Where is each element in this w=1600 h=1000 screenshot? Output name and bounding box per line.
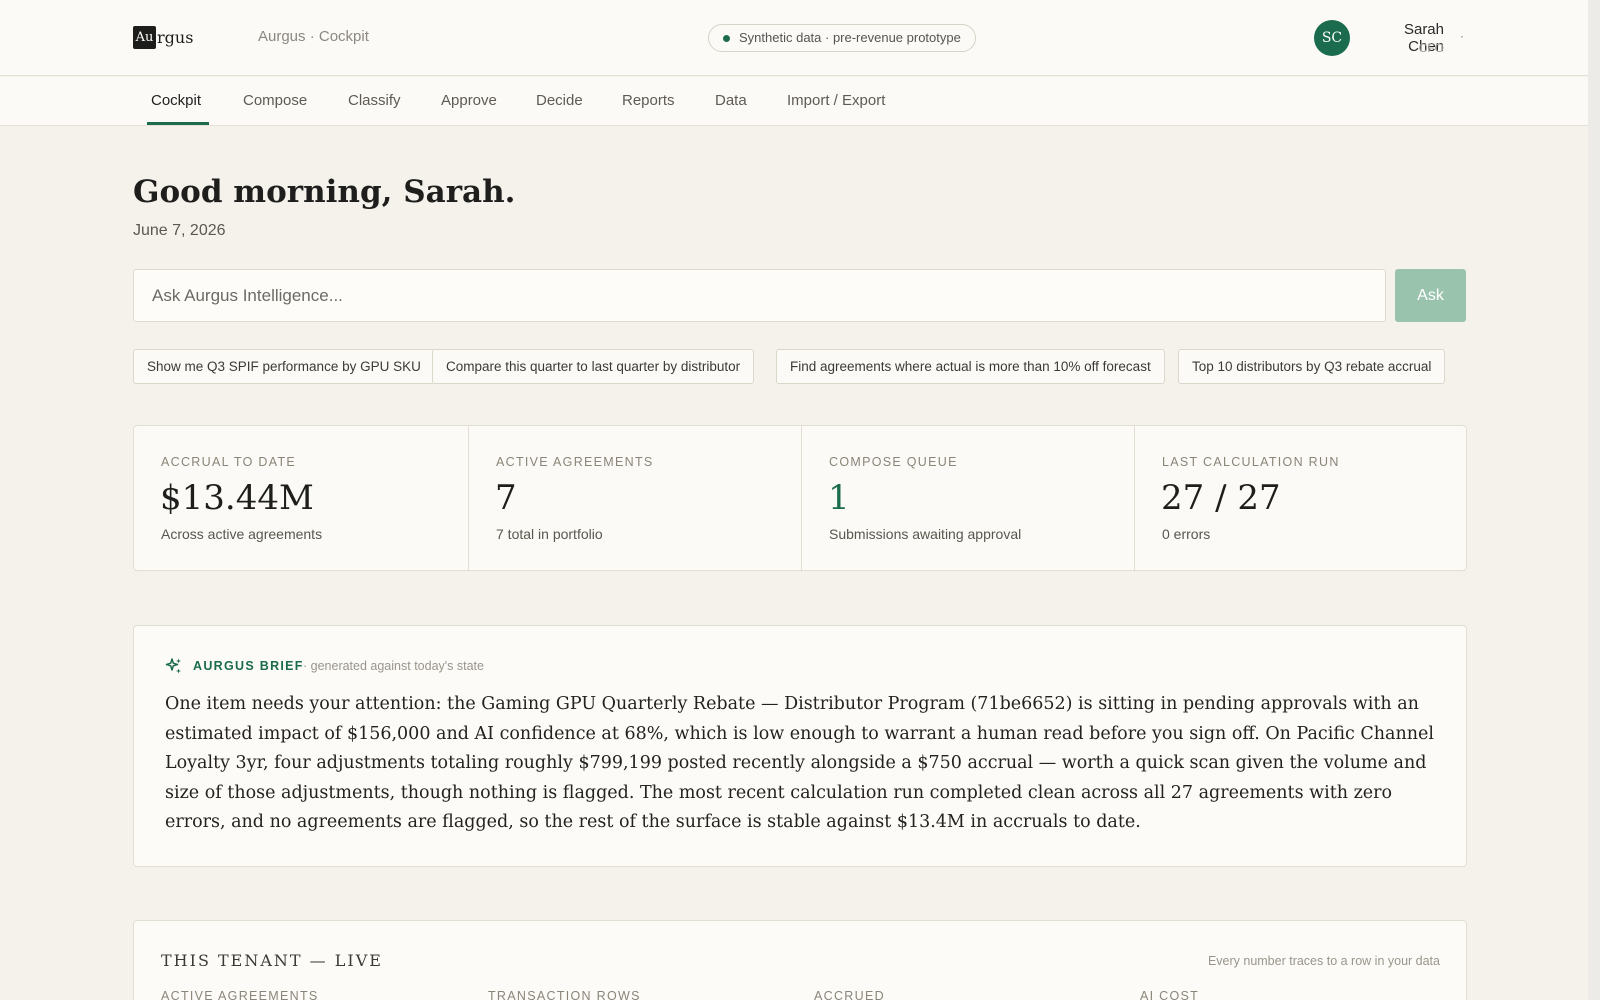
top-bar: Au rgus Aurgus · Cockpit Synthetic data … (0, 0, 1600, 76)
main-tabs: Cockpit Compose Classify Approve Decide … (0, 77, 1600, 126)
kpi-label: COMPOSE QUEUE (829, 455, 958, 469)
kpi-active-agreements: ACTIVE AGREEMENTS 7 7 total in portfolio (468, 426, 801, 570)
tab-decide[interactable]: Decide (536, 92, 583, 109)
user-menu-caret-icon[interactable]: · (1460, 29, 1464, 43)
kpi-label: ACCRUAL TO DATE (161, 455, 297, 469)
kpi-caption: Submissions awaiting approval (829, 526, 1022, 542)
kpi-value: 27 / 27 (1161, 478, 1281, 518)
brief-body: One item needs your attention: the Gamin… (165, 694, 1434, 832)
tab-compose[interactable]: Compose (243, 92, 307, 109)
kpi-caption: 0 errors (1162, 526, 1211, 542)
current-date: June 7, 2026 (133, 222, 226, 239)
tenant-live-card: THIS TENANT — LIVE Every number traces t… (133, 920, 1467, 1000)
status-dot-icon (723, 35, 730, 42)
tenant-note: Every number traces to a row in your dat… (1207, 954, 1440, 968)
tab-cockpit[interactable]: Cockpit (151, 92, 201, 109)
suggestion-chip[interactable]: Find agreements where actual is more tha… (776, 349, 1165, 384)
kpi-caption: 7 total in portfolio (496, 526, 603, 542)
suggestion-chip[interactable]: Compare this quarter to last quarter by … (432, 349, 755, 384)
brief-meta: · generated against today's state (303, 659, 484, 673)
tab-reports[interactable]: Reports (622, 92, 675, 109)
environment-badge: Synthetic data · pre-revenue prototype (708, 24, 976, 52)
breadcrumb: Aurgus · Cockpit (258, 28, 369, 45)
tab-import-export[interactable]: Import / Export (787, 92, 885, 109)
tenant-metric-label: AI COST (1140, 989, 1200, 1000)
tenant-metric-label: ACTIVE AGREEMENTS (161, 989, 319, 1000)
kpi-label: ACTIVE AGREEMENTS (496, 455, 654, 469)
brief-title: AURGUS BRIEF (193, 659, 304, 673)
kpi-accrual-to-date: ACCRUAL TO DATE $13.44M Across active ag… (134, 426, 468, 570)
tab-data[interactable]: Data (715, 92, 747, 109)
kpi-value: 1 (828, 478, 850, 518)
kpi-value: 7 (495, 478, 517, 518)
logo-mark: Au (133, 26, 156, 49)
kpi-panel: ACCRUAL TO DATE $13.44M Across active ag… (133, 425, 1467, 571)
kpi-compose-queue: COMPOSE QUEUE 1 Submissions awaiting app… (801, 426, 1134, 570)
suggestion-chip[interactable]: Top 10 distributors by Q3 rebate accrual (1178, 349, 1446, 384)
kpi-label: LAST CALCULATION RUN (1162, 455, 1340, 469)
avatar[interactable]: SC (1314, 20, 1350, 56)
aurgus-brief-card: AURGUS BRIEF · generated against today's… (133, 625, 1467, 867)
environment-badge-label: Synthetic data · pre-revenue prototype (739, 30, 961, 45)
page-scrollbar[interactable] (1588, 0, 1600, 1000)
tab-classify[interactable]: Classify (348, 92, 401, 109)
tab-approve[interactable]: Approve (441, 92, 497, 109)
ask-input[interactable] (133, 269, 1386, 322)
tenant-metric-label: TRANSACTION ROWS (488, 989, 641, 1000)
kpi-last-calculation-run: LAST CALCULATION RUN 27 / 27 0 errors (1134, 426, 1466, 570)
user-role: CFO (1418, 41, 1444, 55)
ask-button[interactable]: Ask (1395, 269, 1466, 322)
logo-wordmark: rgus (157, 28, 194, 47)
tenant-metric-label: ACCRUED (814, 989, 885, 1000)
app-logo[interactable]: Au rgus (133, 26, 193, 49)
kpi-value: $13.44M (160, 478, 314, 518)
active-tab-indicator (147, 122, 209, 125)
kpi-caption: Across active agreements (161, 526, 323, 542)
tenant-title: THIS TENANT — LIVE (161, 951, 383, 970)
page-title: Good morning, Sarah. (133, 174, 516, 210)
suggestion-chip[interactable]: Show me Q3 SPIF performance by GPU SKU (133, 349, 435, 384)
sparkle-icon (165, 658, 181, 674)
